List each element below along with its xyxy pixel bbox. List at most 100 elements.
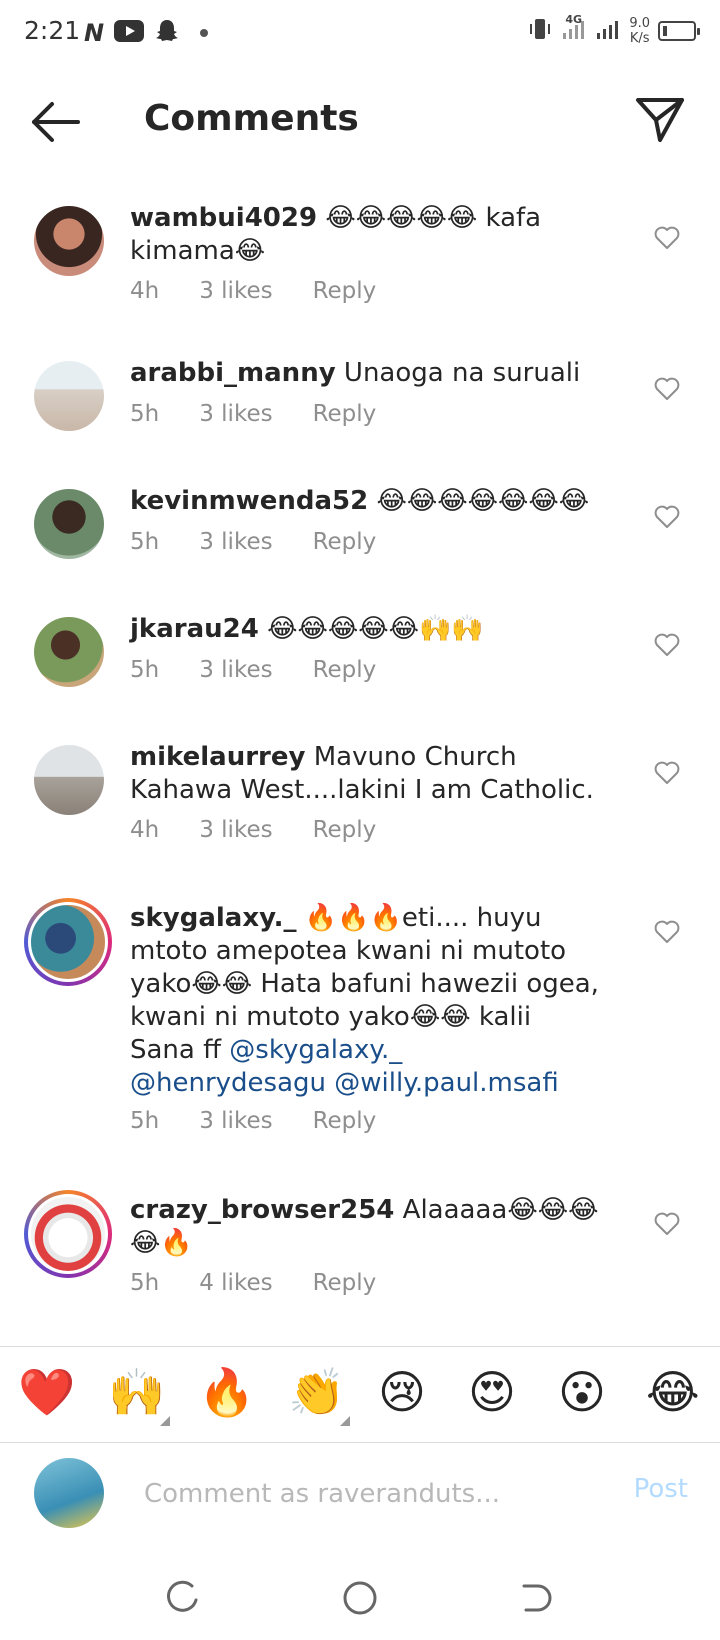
reaction-heart[interactable]: ❤️ (18, 1364, 75, 1420)
reaction-surprised[interactable]: 😮 (558, 1364, 606, 1420)
reaction-clap[interactable]: 👏 (288, 1364, 345, 1420)
avatar[interactable] (34, 617, 104, 687)
like-heart-icon[interactable] (654, 761, 680, 785)
comment-username[interactable]: crazy_browser254 (130, 1195, 394, 1225)
reaction-raised-hands[interactable]: 🙌 (108, 1364, 165, 1420)
avatar (28, 1194, 108, 1274)
reply-button[interactable]: Reply (313, 529, 377, 555)
comment-time: 4h (130, 817, 160, 843)
comment-username[interactable]: mikelaurrey (130, 742, 305, 772)
net-speed-unit: K/s (629, 31, 650, 46)
comment-likes[interactable]: 3 likes (199, 278, 272, 304)
comment-time: 4h (130, 278, 160, 304)
status-right: 4G 9.0 K/s (527, 13, 700, 46)
like-heart-icon[interactable] (654, 920, 680, 944)
comment-text: 😂😂😂😂😂🙌🙌 (258, 614, 484, 644)
comment-meta: 5h 3 likes Reply (130, 529, 416, 555)
like-heart-icon[interactable] (654, 505, 680, 529)
comment-body: crazy_browser254 Alaaaaa😂😂😂😂🔥 (130, 1194, 600, 1260)
avatar-story-ring[interactable] (24, 898, 112, 986)
reaction-fire[interactable]: 🔥 (198, 1364, 255, 1420)
reply-button[interactable]: Reply (313, 657, 377, 683)
avatar (34, 1458, 104, 1528)
avatar-story-ring[interactable] (24, 1190, 112, 1278)
reply-button[interactable]: Reply (313, 817, 377, 843)
back-arrow-icon[interactable] (28, 100, 84, 144)
comment-meta: 5h 3 likes Reply (130, 401, 416, 427)
signal-4g-icon: 4G (561, 13, 587, 45)
home-icon[interactable] (340, 1578, 380, 1618)
comment-meta: 4h 3 likes Reply (130, 278, 416, 304)
reaction-crying[interactable]: 😢 (378, 1364, 426, 1420)
comment-time: 5h (130, 1270, 160, 1296)
reply-button[interactable]: Reply (313, 278, 377, 304)
page-title: Comments (144, 98, 359, 139)
reply-button[interactable]: Reply (313, 1108, 377, 1134)
snapchat-icon (154, 18, 180, 48)
avatar[interactable] (34, 745, 104, 815)
comment-likes[interactable]: 3 likes (199, 817, 272, 843)
post-button[interactable]: Post (634, 1474, 688, 1504)
skin-tone-indicator (160, 1416, 170, 1426)
comment-username[interactable]: wambui4029 (130, 203, 317, 233)
comment-input[interactable] (144, 1474, 584, 1514)
comment-likes[interactable]: 3 likes (199, 657, 272, 683)
like-heart-icon[interactable] (654, 1212, 680, 1236)
comment-text: 😂😂😂😂😂😂😂 (368, 486, 590, 516)
netflix-icon: N (84, 19, 105, 47)
comment-body: kevinmwenda52 😂😂😂😂😂😂😂 (130, 485, 600, 518)
comment-time: 5h (130, 529, 160, 555)
comment-body: mikelaurrey Mavuno Church Kahawa West...… (130, 741, 600, 807)
battery-icon (658, 21, 700, 41)
mention-link[interactable]: @skygalaxy._ (229, 1035, 402, 1065)
comment-body: jkarau24 😂😂😂😂😂🙌🙌 (130, 613, 600, 646)
comment-meta: 4h 3 likes Reply (130, 817, 416, 843)
like-heart-icon[interactable] (654, 226, 680, 250)
comment-body: skygalaxy._ 🔥🔥🔥eti.... huyu mtoto amepot… (130, 902, 600, 1100)
reaction-laughing[interactable]: 😂 (646, 1364, 700, 1420)
avatar[interactable] (34, 206, 104, 276)
net-speed: 9.0 K/s (629, 16, 650, 46)
comment-username[interactable]: skygalaxy._ (130, 903, 297, 933)
avatar[interactable] (34, 489, 104, 559)
reply-button[interactable]: Reply (313, 401, 377, 427)
comment-username[interactable]: jkarau24 (130, 614, 259, 644)
like-heart-icon[interactable] (654, 377, 680, 401)
like-heart-icon[interactable] (654, 633, 680, 657)
comment-time: 5h (130, 657, 160, 683)
comment-time: 5h (130, 401, 160, 427)
youtube-icon (114, 20, 145, 46)
skin-tone-indicator (340, 1416, 350, 1426)
comment-text: Unaoga na suruali (335, 358, 581, 388)
comment-body: arabbi_manny Unaoga na suruali (130, 357, 600, 390)
status-bar: 2:21 N 4G 9.0 K/s (0, 0, 720, 64)
comment-likes[interactable]: 3 likes (199, 1108, 272, 1134)
mention-link[interactable]: @henrydesagu (130, 1068, 326, 1098)
comment-likes[interactable]: 4 likes (199, 1270, 272, 1296)
system-nav-bar (0, 1556, 720, 1640)
net-speed-value: 9.0 (629, 16, 650, 31)
mention-link[interactable]: @willy.paul.msafi (334, 1068, 558, 1098)
recent-apps-icon[interactable] (164, 1578, 204, 1618)
reaction-heart-eyes[interactable]: 😍 (468, 1364, 516, 1420)
back-nav-icon[interactable] (516, 1578, 556, 1618)
reply-button[interactable]: Reply (313, 1270, 377, 1296)
comment-username[interactable]: kevinmwenda52 (130, 486, 368, 516)
notification-dot (200, 29, 209, 37)
comment-meta: 5h 3 likes Reply (130, 657, 416, 683)
divider (0, 1442, 720, 1443)
send-icon[interactable] (634, 94, 686, 146)
comment-likes[interactable]: 3 likes (199, 401, 272, 427)
avatar[interactable] (34, 361, 104, 431)
signal-icon (595, 17, 621, 45)
status-time: 2:21 (24, 16, 81, 45)
vibrate-icon (527, 16, 553, 46)
quick-reactions-bar: ❤️ 🙌 🔥 👏 😢 😍 😮 😂 (0, 1350, 720, 1440)
comment-time: 5h (130, 1108, 160, 1134)
comment-username[interactable]: arabbi_manny (130, 358, 336, 388)
header: Comments (0, 80, 720, 164)
status-app-icons: N (84, 18, 209, 48)
comment-likes[interactable]: 3 likes (199, 529, 272, 555)
comment-composer: Post (0, 1446, 720, 1556)
network-type: 4G (565, 13, 582, 26)
